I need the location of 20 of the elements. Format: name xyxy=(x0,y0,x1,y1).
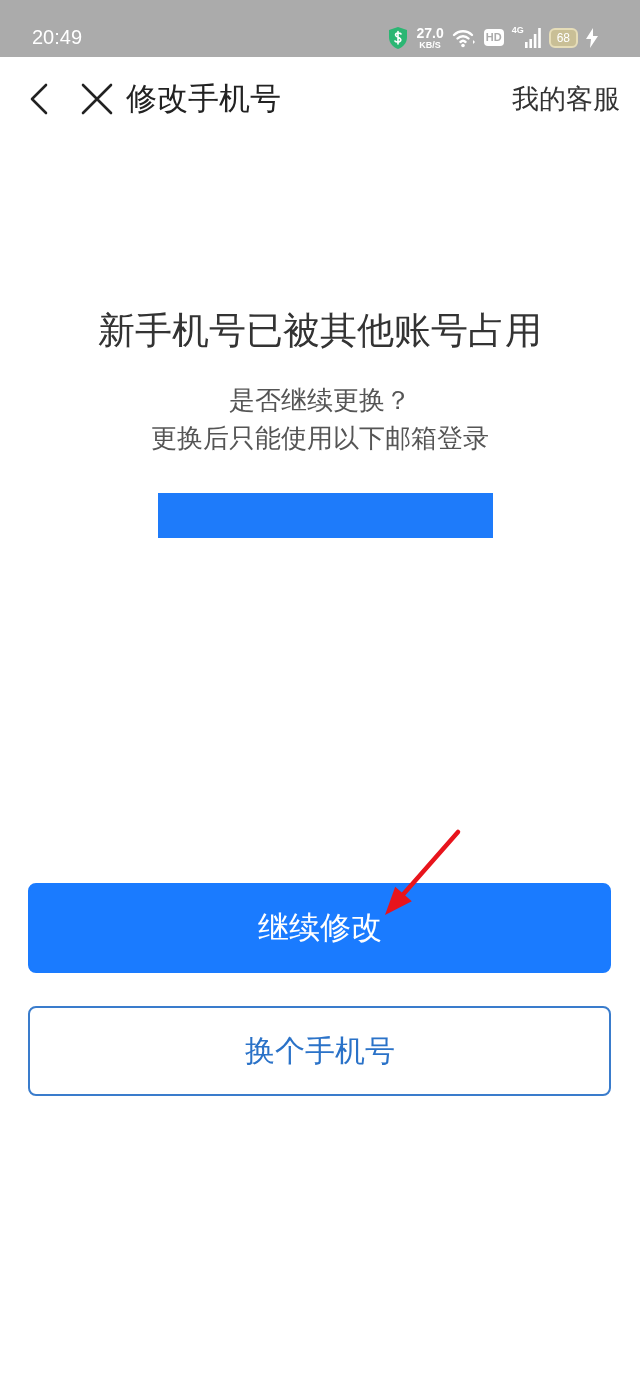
change-number-button[interactable]: 换个手机号 xyxy=(28,1006,611,1096)
network-speed-unit: KB/S xyxy=(419,40,441,50)
notice-text: 是否继续更换？ xyxy=(229,384,411,417)
status-time: 20:49 xyxy=(32,26,83,49)
shield-icon xyxy=(388,25,409,50)
back-icon xyxy=(29,82,49,115)
notice-text: 更换后只能使用以下邮箱登录 xyxy=(151,422,489,455)
page-title: 修改手机号 xyxy=(126,78,281,118)
close-icon xyxy=(81,82,113,115)
battery-indicator: 68 xyxy=(548,27,578,48)
wifi-icon xyxy=(451,27,476,48)
continue-button[interactable]: 继续修改 xyxy=(28,883,611,973)
hd-badge: HD xyxy=(483,29,504,46)
network-type: 4G xyxy=(511,25,524,35)
back-button[interactable] xyxy=(29,82,49,115)
signal-bars-icon xyxy=(524,27,541,48)
network-speed: 27.0 xyxy=(416,25,444,40)
close-button[interactable] xyxy=(81,82,113,115)
notice-title: 新手机号已被其他账号占用 xyxy=(98,308,542,354)
customer-service-link[interactable]: 我的客服 xyxy=(512,80,620,117)
